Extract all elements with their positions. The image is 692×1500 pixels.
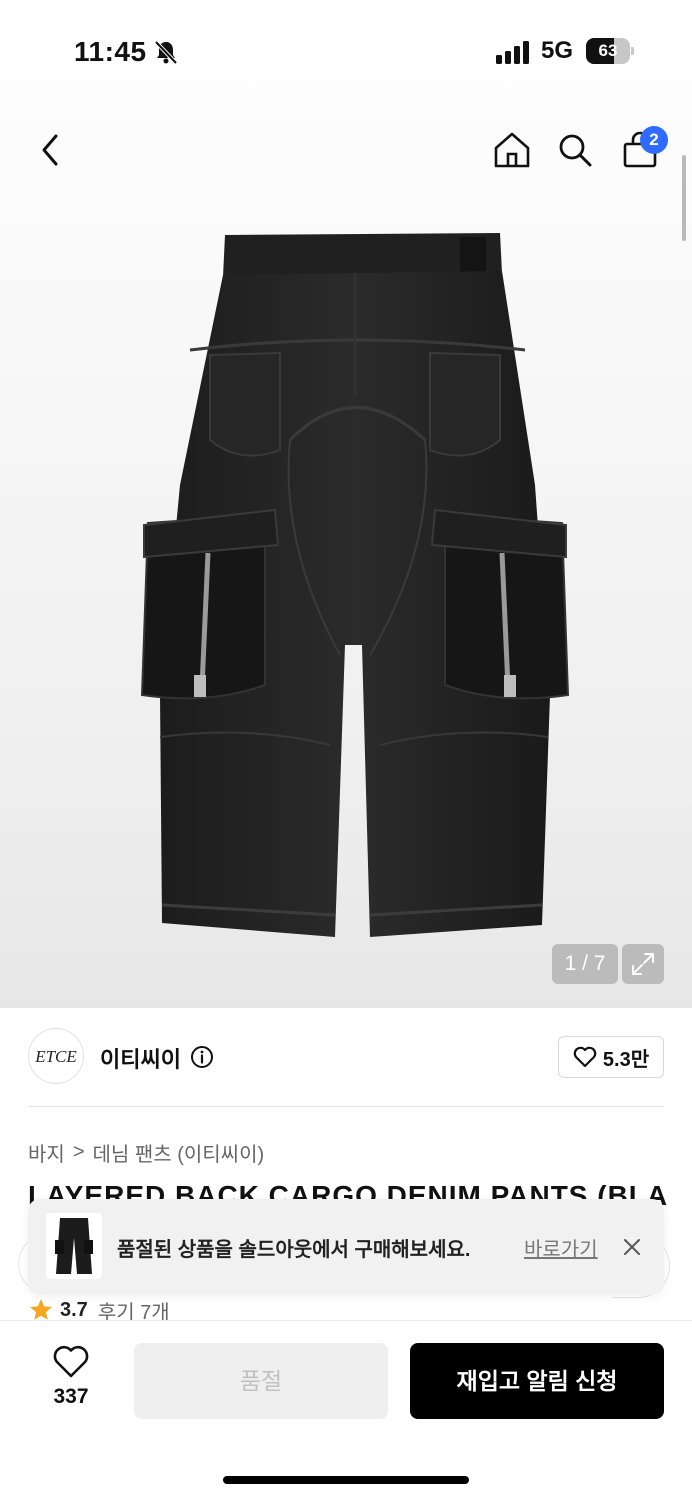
bell-slash-icon <box>154 40 178 65</box>
network-type: 5G <box>541 37 574 64</box>
toast-thumbnail <box>46 1213 102 1279</box>
top-navigation: 2 <box>0 120 692 180</box>
search-icon <box>559 134 592 167</box>
close-icon <box>624 1239 640 1255</box>
brand-logo[interactable]: ETCE <box>28 1028 84 1084</box>
toast-go-link[interactable]: 바로가기 <box>524 1233 598 1262</box>
brand-like-count: 5.3만 <box>602 1048 650 1071</box>
home-indicator <box>223 1476 469 1484</box>
expand-icon <box>632 953 654 975</box>
battery-indicator: 63 <box>586 38 634 64</box>
battery-level: 63 <box>598 41 618 60</box>
signal-icon <box>496 41 529 64</box>
status-time: 11:45 <box>74 36 147 67</box>
breadcrumb: 바지 > 데님 팬츠 (이티씨이) <box>28 1138 264 1167</box>
soldout-toast[interactable]: 품절된 상품을 솔드아웃에서 구매해보세요. 바로가기 <box>28 1199 664 1295</box>
wish-button[interactable]: 337 <box>36 1345 106 1425</box>
home-icon <box>494 132 530 168</box>
home-button[interactable] <box>484 120 540 180</box>
back-button[interactable] <box>22 120 78 180</box>
cart-button[interactable]: 2 <box>612 120 668 180</box>
heart-icon <box>573 1046 597 1068</box>
cart-badge: 2 <box>640 126 668 154</box>
divider <box>28 1106 664 1107</box>
heart-icon <box>53 1345 89 1378</box>
brand-name[interactable]: 이티씨이 <box>100 1042 181 1074</box>
status-bar: 11:45 5G 63 <box>0 0 692 100</box>
breadcrumb-subcategory[interactable]: 데님 팬츠 (이티씨이) <box>93 1138 265 1167</box>
wish-count: 337 <box>53 1385 89 1408</box>
pants-thumbnail-icon <box>55 1218 93 1274</box>
bottom-action-bar: 337 품절 재입고 알림 신청 <box>0 1320 692 1500</box>
product-photo[interactable] <box>130 225 580 960</box>
toast-close-button[interactable] <box>618 1233 646 1261</box>
breadcrumb-category[interactable]: 바지 <box>28 1138 65 1167</box>
image-counter: 1 / 7 <box>552 944 618 984</box>
chevron-right-icon: > <box>72 1141 85 1163</box>
rating-score: 3.7 <box>60 1298 88 1321</box>
brand-like-button[interactable]: 5.3만 <box>558 1036 664 1078</box>
search-button[interactable] <box>547 120 603 180</box>
toast-message: 품절된 상품을 솔드아웃에서 구매해보세요. <box>117 1239 471 1261</box>
back-icon <box>42 134 58 166</box>
soldout-button: 품절 <box>134 1343 388 1419</box>
restock-alert-button[interactable]: 재입고 알림 신청 <box>410 1343 664 1419</box>
expand-button[interactable] <box>622 944 664 984</box>
brand-row[interactable]: ETCE 이티씨이 5.3만 <box>28 1028 664 1088</box>
info-icon[interactable] <box>190 1045 214 1069</box>
